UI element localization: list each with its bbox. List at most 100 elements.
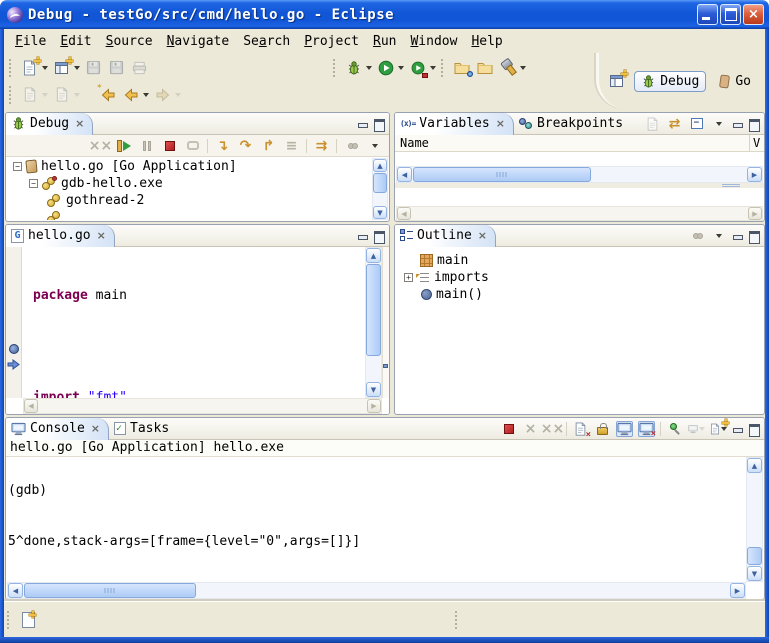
menu-navigate[interactable]: Navigate [161,32,238,51]
scrollbar-thumb[interactable] [747,547,762,565]
console-minimize-button[interactable] [732,424,743,434]
save-button[interactable] [82,58,105,78]
console-terminate-button[interactable] [500,421,517,437]
variables-horizontal-scrollbar[interactable]: ◀ ▶ [396,166,763,183]
forward-button[interactable] [151,85,183,105]
title-bar[interactable]: Debug - testGo/src/cmd/hello.go - Eclips… [0,0,769,29]
console-vertical-scrollbar[interactable]: ▲ ▼ [746,457,763,582]
new-project-button[interactable] [50,58,82,78]
open-resource-button[interactable] [473,58,496,78]
debug-view-extras-icon[interactable] [343,138,360,154]
editor-minimize-button[interactable] [357,231,368,241]
tab-breakpoints[interactable]: Breakpoints [514,113,631,135]
outline-item-imports[interactable]: + imports [396,269,763,286]
suspend-button[interactable] [138,138,155,154]
save-all-button[interactable] [105,58,128,78]
back-button[interactable] [119,85,151,105]
scroll-left-icon[interactable]: ◀ [397,167,412,182]
editor-annotation-gutter[interactable] [6,247,22,398]
scrollbar-thumb[interactable] [413,167,591,182]
variables-maximize-button[interactable] [748,119,759,129]
toolbar-grip[interactable] [333,59,338,77]
open-type-button[interactable] [450,58,473,78]
show-type-names-button[interactable] [644,116,661,132]
overview-ruler[interactable] [382,247,389,398]
pin-console-button[interactable] [666,421,683,437]
remove-launch-button[interactable]: × [522,421,539,437]
scrollbar-thumb[interactable] [366,264,381,356]
debug-view-menu-button[interactable] [366,138,383,154]
debug-launch-button[interactable] [342,58,374,78]
scroll-right-icon[interactable]: ▶ [747,167,762,182]
scroll-lock-button[interactable] [594,421,611,437]
toolbar-grip[interactable] [441,59,446,77]
new-wizard-button[interactable] [18,58,50,78]
outline-view-menu-button[interactable] [710,228,727,244]
menu-search[interactable]: Search [237,32,298,51]
editor-horizontal-scrollbar-disabled[interactable]: ◀ ▶ [23,398,382,414]
disconnect-button[interactable] [184,138,201,154]
scroll-up-icon[interactable]: ▲ [373,159,387,172]
step-return-button[interactable]: ↱ [260,138,277,154]
menu-help[interactable]: Help [465,32,510,51]
last-edit-location-button[interactable]: * [96,85,119,105]
code-area[interactable]: package main import "fmt" func main() { … [23,247,359,398]
terminate-button[interactable] [161,138,178,154]
display-selected-console-button[interactable] [688,421,705,437]
clear-console-button[interactable]: × [572,421,589,437]
variables-tab-close-icon[interactable]: × [496,117,505,130]
show-logical-structure-button[interactable]: ⇄ [666,116,683,132]
editor-vertical-scrollbar[interactable]: ▲ ▼ [365,247,382,398]
variables-view-menu-button[interactable] [710,116,727,132]
column-header-name[interactable]: Name [395,135,750,151]
menu-window[interactable]: Window [404,32,465,51]
toolbar-grip[interactable] [9,86,14,104]
step-into-button[interactable]: ↴ [214,138,231,154]
window-close-button[interactable]: × [743,4,764,25]
console-tab-close-icon[interactable]: × [91,422,100,435]
tab-hello-go[interactable]: G hello.go × [6,225,115,247]
window-maximize-button[interactable] [720,4,741,25]
debug-minimize-button[interactable] [357,119,368,129]
console-output[interactable]: (gdb) 5^done,stack-args=[frame={level="0… [8,457,746,582]
scroll-up-icon[interactable]: ▲ [366,248,381,263]
menu-run[interactable]: Run [367,32,404,51]
show-stderr-button[interactable]: × [638,421,655,437]
debug-tree-row-thread[interactable]: gothread-2 [7,192,371,209]
tab-variables[interactable]: (x)= Variables × [395,113,514,135]
use-step-filters-button[interactable]: ⇉ [313,138,330,154]
collapse-expander-icon[interactable]: − [29,179,38,188]
scroll-left-icon[interactable]: ◀ [8,583,23,598]
search-button[interactable] [496,58,528,78]
menu-source[interactable]: Source [100,32,161,51]
variables-table-body[interactable] [395,152,764,166]
outline-item-package[interactable]: main [396,252,763,269]
scrollbar-thumb[interactable] [373,173,387,193]
outline-minimize-button[interactable] [732,231,743,241]
remove-all-terminated-button[interactable]: ×× [92,138,109,154]
menu-edit[interactable]: Edit [54,32,99,51]
outline-tab-close-icon[interactable]: × [478,229,487,242]
outline-maximize-button[interactable] [748,231,759,241]
scroll-down-icon[interactable]: ▼ [373,206,387,219]
editor-tab-close-icon[interactable]: × [97,229,106,242]
step-over-button[interactable]: ↷ [237,138,254,154]
menu-project[interactable]: Project [298,32,367,51]
external-tools-button[interactable] [406,58,438,78]
column-header-value[interactable]: V [750,135,764,151]
open-console-button[interactable] [710,421,727,437]
console-maximize-button[interactable] [748,424,759,434]
scroll-up-icon[interactable]: ▲ [747,458,762,473]
debug-tree-row-process[interactable]: − gdb-hello.exe [7,175,371,192]
scroll-down-icon[interactable]: ▼ [366,382,381,397]
collapse-all-button[interactable]: − [688,116,705,132]
perspective-go-button[interactable]: Go [712,72,757,91]
debug-maximize-button[interactable] [373,119,384,129]
tab-debug[interactable]: Debug × [6,113,93,135]
toolbar-grip[interactable] [9,59,14,77]
expand-expander-icon[interactable]: + [404,273,413,282]
debug-tree-row-partial[interactable] [7,209,371,220]
debug-tree-row-launch[interactable]: − hello.go [Go Application] [7,158,371,175]
collapse-expander-icon[interactable]: − [13,162,22,171]
editor-maximize-button[interactable] [373,231,384,241]
